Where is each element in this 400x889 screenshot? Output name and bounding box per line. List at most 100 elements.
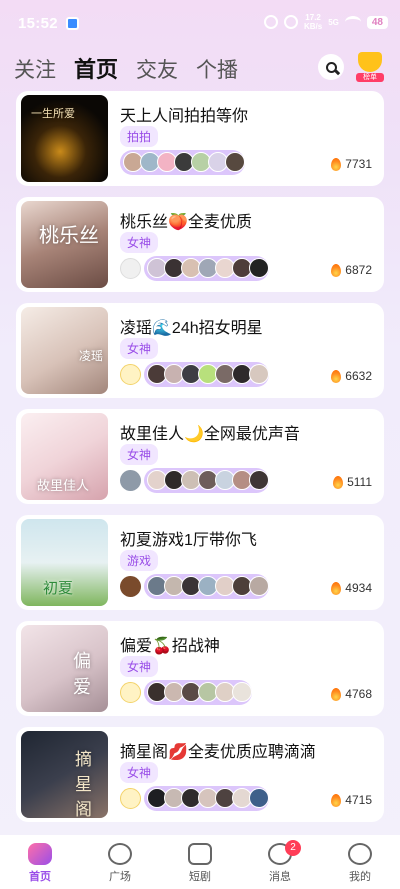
tab-home[interactable]: 首页 — [74, 52, 118, 84]
host-avatar[interactable] — [120, 576, 141, 597]
search-button[interactable] — [318, 54, 344, 80]
member-avatar — [249, 364, 269, 384]
flame-icon — [331, 581, 342, 595]
nav-plaza[interactable]: 广场 — [80, 835, 160, 889]
room-title: 初夏游戏1厅带你飞 — [120, 532, 257, 549]
heat-value: 7731 — [345, 157, 372, 171]
nav-short-drama[interactable]: 短剧 — [160, 835, 240, 889]
room-card[interactable]: 偏爱 偏爱🍒招战神 女神 4768 — [16, 621, 384, 716]
room-card[interactable]: 一生所爱 天上人间拍拍等你 拍拍 7731 — [16, 91, 384, 186]
nav-label: 广场 — [109, 871, 131, 883]
room-heat: 7731 — [331, 157, 372, 171]
message-badge: 2 — [285, 840, 301, 856]
room-title: 摘星阁💋全麦优质应聘滴滴 — [120, 744, 316, 761]
status-bar: 15:52 17.2 KB/s 5G 48 — [0, 0, 400, 46]
room-cover: 一生所爱 — [21, 95, 108, 182]
nav-label: 消息 — [269, 871, 291, 883]
room-card[interactable]: 桃乐丝 桃乐丝🍑全麦优质 女神 6872 — [16, 197, 384, 292]
member-avatar — [249, 788, 269, 808]
network-type: 5G — [328, 17, 339, 27]
host-avatar[interactable] — [120, 258, 141, 279]
nav-messages[interactable]: 2 消息 — [240, 835, 320, 889]
heat-value: 4768 — [345, 687, 372, 701]
room-tag: 女神 — [120, 338, 159, 359]
room-cover: 桃乐丝 — [21, 201, 108, 288]
member-avatar — [249, 576, 269, 596]
cover-text: 凌瑶 — [79, 349, 104, 363]
host-avatar[interactable] — [120, 682, 141, 703]
host-avatar[interactable] — [120, 470, 141, 491]
room-heat: 6872 — [331, 263, 372, 277]
network-speed: 17.2 KB/s — [304, 13, 322, 31]
member-avatar — [225, 152, 245, 172]
cover-text: 摘星阁 — [75, 750, 92, 818]
rank-button[interactable]: 榜单 — [356, 52, 384, 82]
tab-solo[interactable]: 个播 — [196, 54, 238, 84]
room-members — [120, 150, 245, 175]
search-icon — [325, 61, 337, 73]
heat-value: 6872 — [345, 263, 372, 277]
room-members — [144, 680, 252, 705]
rank-label: 榜单 — [356, 73, 384, 82]
flame-icon — [331, 157, 342, 171]
heat-value: 5111 — [347, 475, 372, 489]
heat-value: 4715 — [345, 793, 372, 807]
room-card[interactable]: 摘星阁 摘星阁💋全麦优质应聘滴滴 女神 4715 — [16, 727, 384, 822]
nav-home[interactable]: 首页 — [0, 835, 80, 889]
room-members — [144, 786, 269, 811]
cover-text: 故里佳人 — [37, 479, 90, 494]
flame-icon — [331, 687, 342, 701]
host-avatar[interactable] — [120, 788, 141, 809]
nav-label: 首页 — [29, 871, 51, 883]
member-avatar — [232, 682, 252, 702]
room-cover: 初夏 — [21, 519, 108, 606]
nav-label: 短剧 — [189, 871, 211, 883]
flame-icon — [331, 793, 342, 807]
room-card[interactable]: 初夏 初夏游戏1厅带你飞 游戏 4934 — [16, 515, 384, 610]
room-members — [144, 256, 269, 281]
room-title: 桃乐丝🍑全麦优质 — [120, 214, 252, 231]
battery-indicator: 48 — [366, 15, 388, 29]
room-members — [144, 574, 269, 599]
room-title: 偏爱🍒招战神 — [120, 638, 220, 655]
room-cover: 凌瑶 — [21, 307, 108, 394]
room-heat: 4934 — [331, 581, 372, 595]
nav-profile[interactable]: 我的 — [320, 835, 400, 889]
wifi-icon — [344, 16, 361, 28]
cover-text: 初夏 — [43, 579, 74, 597]
room-members — [144, 468, 269, 493]
bottom-nav: 首页 广场 短剧 2 消息 我的 — [0, 835, 400, 889]
profile-icon — [348, 843, 372, 865]
mute-icon — [283, 15, 298, 29]
cover-text: 桃乐丝 — [39, 223, 99, 247]
home-icon — [28, 843, 52, 865]
member-avatar — [249, 258, 269, 278]
tab-follow[interactable]: 关注 — [14, 54, 56, 84]
top-tabs: 关注 首页 交友 个播 — [14, 52, 238, 84]
status-time: 15:52 — [18, 15, 58, 32]
room-heat: 6632 — [331, 369, 372, 383]
room-tag: 女神 — [120, 444, 159, 465]
flame-icon — [331, 263, 342, 277]
room-members — [144, 362, 269, 387]
app-notification-icon — [66, 17, 79, 30]
member-avatar — [249, 470, 269, 490]
room-tag: 女神 — [120, 232, 159, 253]
nav-label: 我的 — [349, 871, 371, 883]
tab-friends[interactable]: 交友 — [136, 54, 178, 84]
cover-text: 偏爱 — [73, 651, 91, 698]
room-cover: 故里佳人 — [21, 413, 108, 500]
room-tag: 拍拍 — [120, 126, 159, 147]
room-title: 天上人间拍拍等你 — [120, 108, 249, 125]
room-card[interactable]: 凌瑶 凌瑶🌊24h招女明星 女神 6632 — [16, 303, 384, 398]
alarm-icon — [263, 15, 278, 29]
room-heat: 5111 — [333, 475, 372, 489]
room-title: 凌瑶🌊24h招女明星 — [120, 320, 263, 337]
host-avatar[interactable] — [120, 364, 141, 385]
status-icons: 17.2 KB/s 5G 48 — [263, 13, 388, 31]
room-heat: 4715 — [331, 793, 372, 807]
room-card[interactable]: 故里佳人 故里佳人🌙全网最优声音 女神 5111 — [16, 409, 384, 504]
room-cover: 偏爱 — [21, 625, 108, 712]
room-tag: 游戏 — [120, 550, 159, 571]
network-speed-value: 17.2 — [305, 13, 321, 22]
